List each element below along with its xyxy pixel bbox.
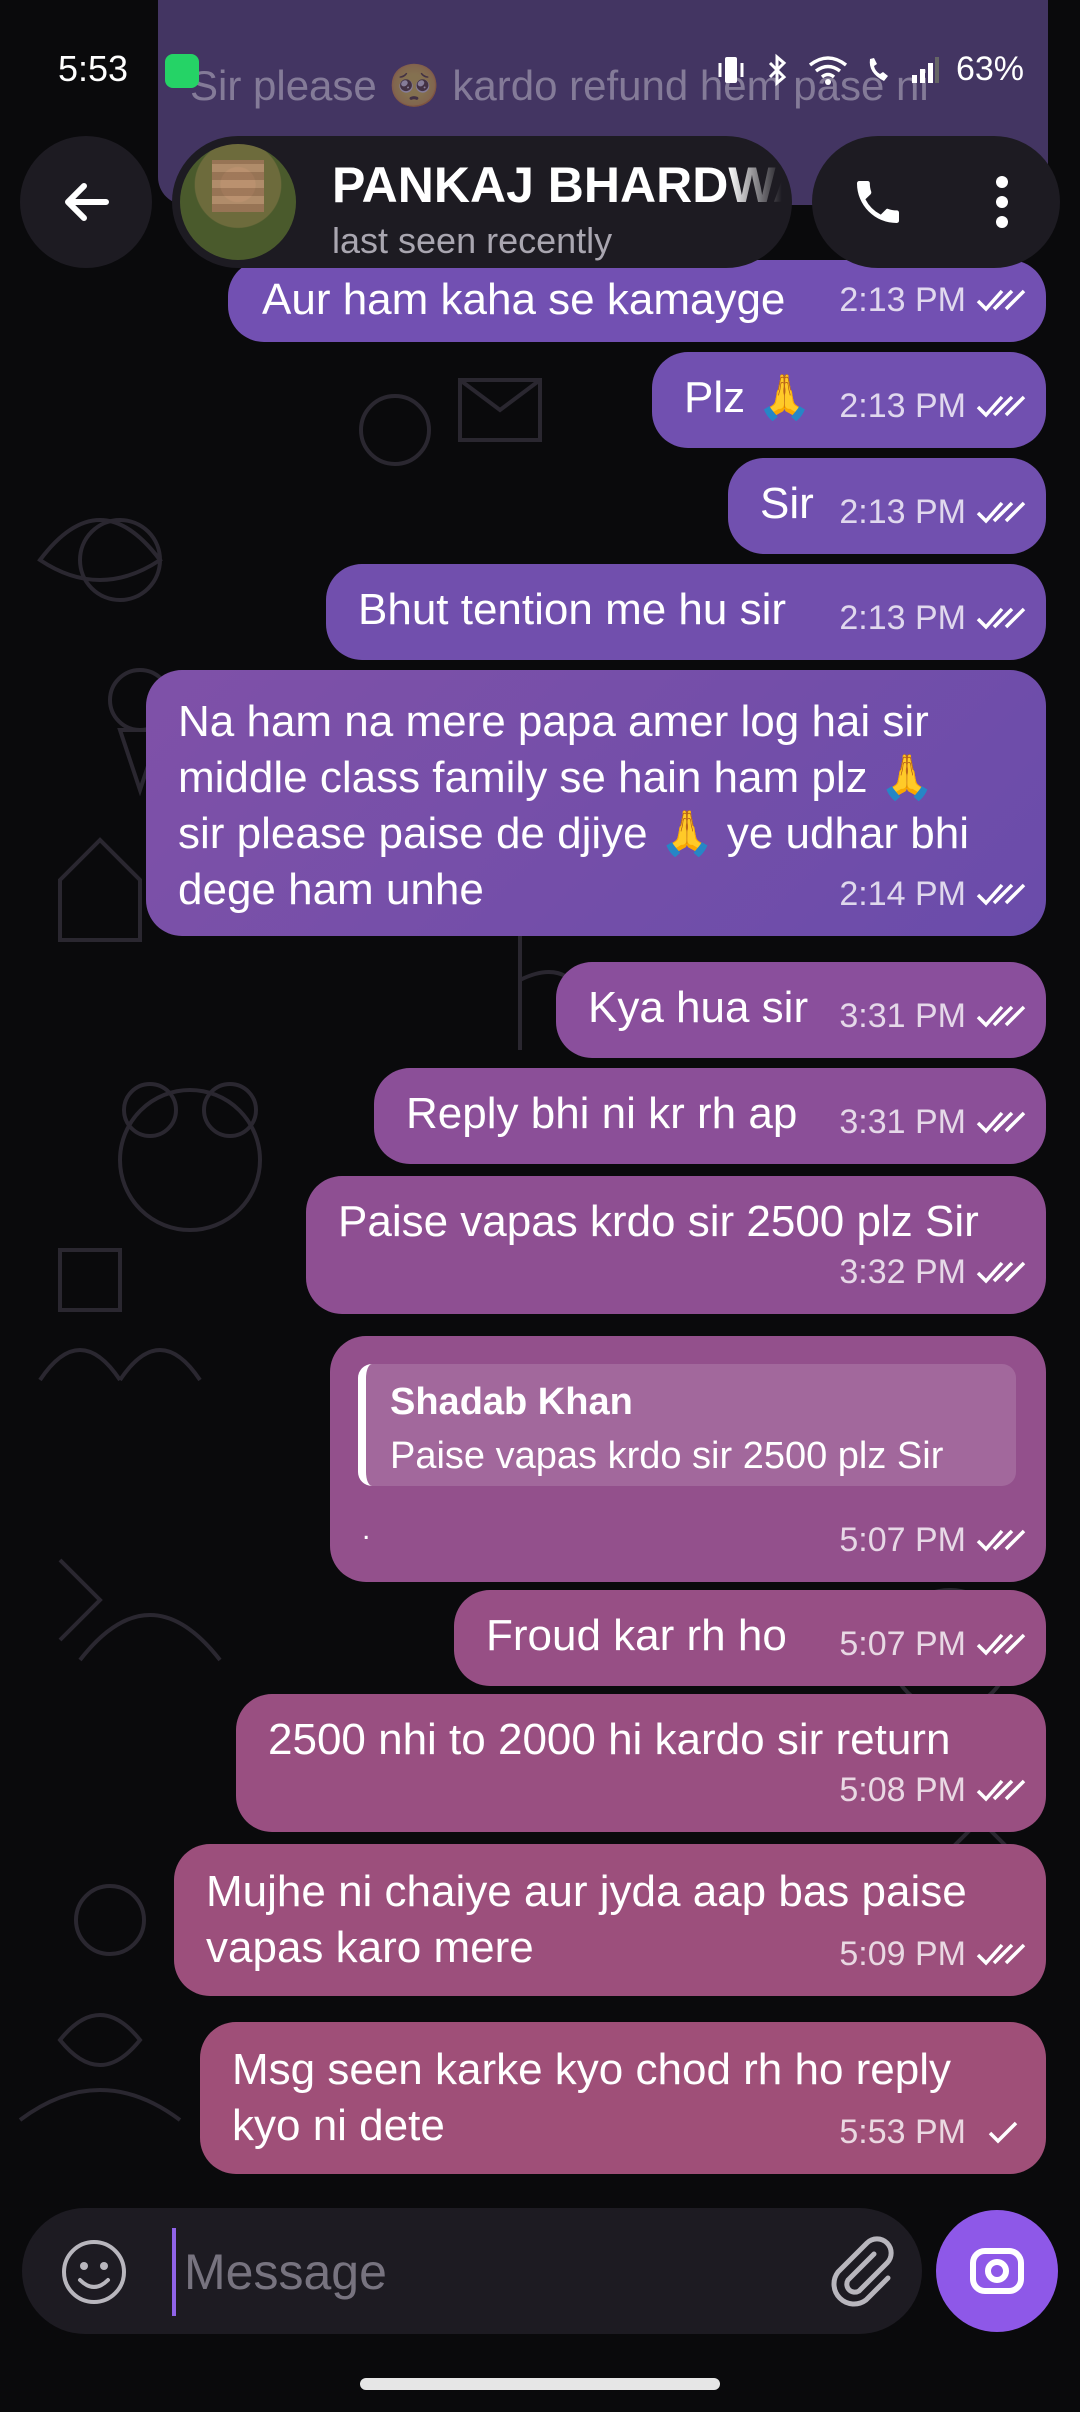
message-bubble[interactable]: Froud kar rh ho 5:07 PM — [454, 1590, 1046, 1686]
message-input[interactable] — [172, 2228, 826, 2316]
message-meta: 3:31 PM — [839, 1094, 1028, 1150]
home-indicator[interactable] — [360, 2378, 720, 2390]
double-check-icon — [976, 1005, 1026, 1028]
emoji-icon[interactable] — [60, 2238, 128, 2306]
bluetooth-icon — [768, 53, 787, 86]
message-bubble[interactable]: Bhut tention me hu sir 2:13 PM — [326, 564, 1046, 660]
message-meta: 5:07 PM — [839, 1512, 1028, 1568]
contact-name: PANKAJ BHARDWAJ — [332, 157, 782, 213]
message-time: 3:31 PM — [839, 1103, 966, 1141]
arrow-left-icon — [65, 183, 109, 221]
message-text: Sir — [760, 479, 814, 528]
message-text-line: Mujhe ni chaiye aur jyda aap bas paise — [206, 1867, 967, 1916]
message-meta: 2:13 PM — [839, 590, 1028, 646]
message-time: 2:13 PM — [839, 387, 966, 425]
message-time: 3:31 PM — [839, 997, 966, 1035]
message-text: 2500 nhi to 2000 hi kardo sir return — [268, 1715, 951, 1764]
back-button[interactable] — [20, 136, 152, 268]
contact-last-seen: last seen recently — [332, 220, 613, 261]
message-text: Paise vapas krdo sir 2500 plz Sir — [338, 1197, 979, 1246]
avatar — [180, 144, 296, 260]
chat-header: PANKAJ BHARDWAJ last seen recently — [0, 130, 1080, 280]
message-composer — [22, 2208, 1058, 2334]
message-text-line: middle class family se hain ham plz 🙏 — [178, 753, 935, 802]
message-bubble[interactable]: Na ham na mere papa amer log hai sir mid… — [146, 670, 1046, 936]
phone-icon — [857, 181, 899, 223]
double-check-icon — [976, 289, 1026, 312]
message-bubble[interactable]: Sir 2:13 PM — [728, 458, 1046, 554]
message-meta: 2:13 PM — [839, 378, 1028, 434]
status-time: 5:53 — [58, 48, 129, 89]
message-meta: 5:08 PM — [839, 1762, 1028, 1818]
message-bubble[interactable]: Kya hua sir 3:31 PM — [556, 962, 1046, 1058]
message-text-line: Msg seen karke kyo chod rh ho reply — [232, 2045, 952, 2094]
camera-icon — [970, 2248, 1024, 2294]
message-meta: 5:09 PM — [839, 1926, 1028, 1982]
message-time: 5:08 PM — [839, 1771, 966, 1809]
double-check-icon — [976, 883, 1026, 906]
message-meta: 3:31 PM — [839, 988, 1028, 1044]
double-check-icon — [976, 607, 1026, 630]
more-vertical-icon — [996, 176, 1008, 228]
message-time: 3:32 PM — [839, 1253, 966, 1291]
message-bubble[interactable]: Msg seen karke kyo chod rh ho reply kyo … — [200, 2022, 1046, 2174]
contact-info-button[interactable]: PANKAJ BHARDWAJ last seen recently — [172, 136, 792, 268]
double-check-icon — [976, 1943, 1026, 1966]
message-time: 5:09 PM — [839, 1935, 966, 1973]
double-check-icon — [976, 1529, 1026, 1552]
reply-quote[interactable]: Shadab Khan Paise vapas krdo sir 2500 pl… — [358, 1364, 1016, 1486]
message-time: 5:07 PM — [839, 1625, 966, 1663]
message-bubble[interactable]: Paise vapas krdo sir 2500 plz Sir 3:32 P… — [306, 1176, 1046, 1314]
message-text: Froud kar rh ho — [486, 1611, 787, 1660]
header-actions — [812, 136, 1060, 268]
message-time: 2:14 PM — [839, 875, 966, 913]
double-check-icon — [976, 1261, 1026, 1284]
message-meta: 2:13 PM — [839, 484, 1028, 540]
message-meta: 2:13 PM — [839, 272, 1028, 328]
wifi-calling-icon — [869, 57, 888, 81]
status-bar: 5:53 63% — [0, 0, 1080, 140]
message-bubble[interactable]: Plz 🙏 2:13 PM — [652, 352, 1046, 448]
double-check-icon — [976, 395, 1026, 418]
reply-author: Shadab Khan — [390, 1381, 633, 1423]
double-check-icon — [976, 1779, 1026, 1802]
message-time: 5:07 PM — [839, 1521, 966, 1559]
message-time: 2:13 PM — [839, 599, 966, 637]
camera-button[interactable] — [936, 2210, 1058, 2332]
message-text-line: sir please paise de djiye 🙏 ye udhar bhi — [178, 809, 970, 858]
message-bubble[interactable]: Mujhe ni chaiye aur jyda aap bas paise v… — [174, 1844, 1046, 1996]
battery-percentage: 63% — [955, 50, 1024, 88]
check-icon — [988, 2121, 1018, 2144]
message-text: Bhut tention me hu sir — [358, 585, 787, 634]
paperclip-icon[interactable] — [822, 2234, 896, 2308]
message-text: Aur ham kaha se kamayge — [262, 275, 786, 324]
message-time: 2:13 PM — [839, 281, 966, 319]
message-time: 5:53 PM — [839, 2113, 966, 2151]
message-meta: 5:53 PM — [839, 2104, 1028, 2160]
message-meta: 5:07 PM — [839, 1616, 1028, 1672]
message-input-container — [22, 2208, 922, 2334]
message-text: Kya hua sir — [588, 983, 809, 1032]
message-time: 2:13 PM — [839, 493, 966, 531]
message-meta: 3:32 PM — [839, 1244, 1028, 1300]
wifi-icon — [808, 55, 848, 85]
double-check-icon — [976, 1111, 1026, 1134]
signal-icon — [911, 56, 939, 83]
message-text: Reply bhi ni kr rh ap — [406, 1089, 798, 1138]
reply-text: Paise vapas krdo sir 2500 plz Sir — [390, 1435, 944, 1477]
message-bubble[interactable]: 2500 nhi to 2000 hi kardo sir return 5:0… — [236, 1694, 1046, 1832]
message-bubble[interactable]: Reply bhi ni kr rh ap 3:31 PM — [374, 1068, 1046, 1164]
vibrate-icon — [718, 56, 744, 83]
double-check-icon — [976, 501, 1026, 524]
message-text-line: Na ham na mere papa amer log hai sir — [178, 697, 929, 746]
double-check-icon — [976, 1633, 1026, 1656]
call-button[interactable] — [838, 162, 918, 242]
message-bubble[interactable]: Shadab Khan Paise vapas krdo sir 2500 pl… — [330, 1336, 1046, 1582]
whatsapp-notification-icon — [165, 54, 199, 88]
message-text: . — [362, 1513, 371, 1546]
message-text: Plz 🙏 — [684, 373, 813, 422]
more-options-button[interactable] — [962, 162, 1042, 242]
message-meta: 2:14 PM — [839, 866, 1028, 922]
